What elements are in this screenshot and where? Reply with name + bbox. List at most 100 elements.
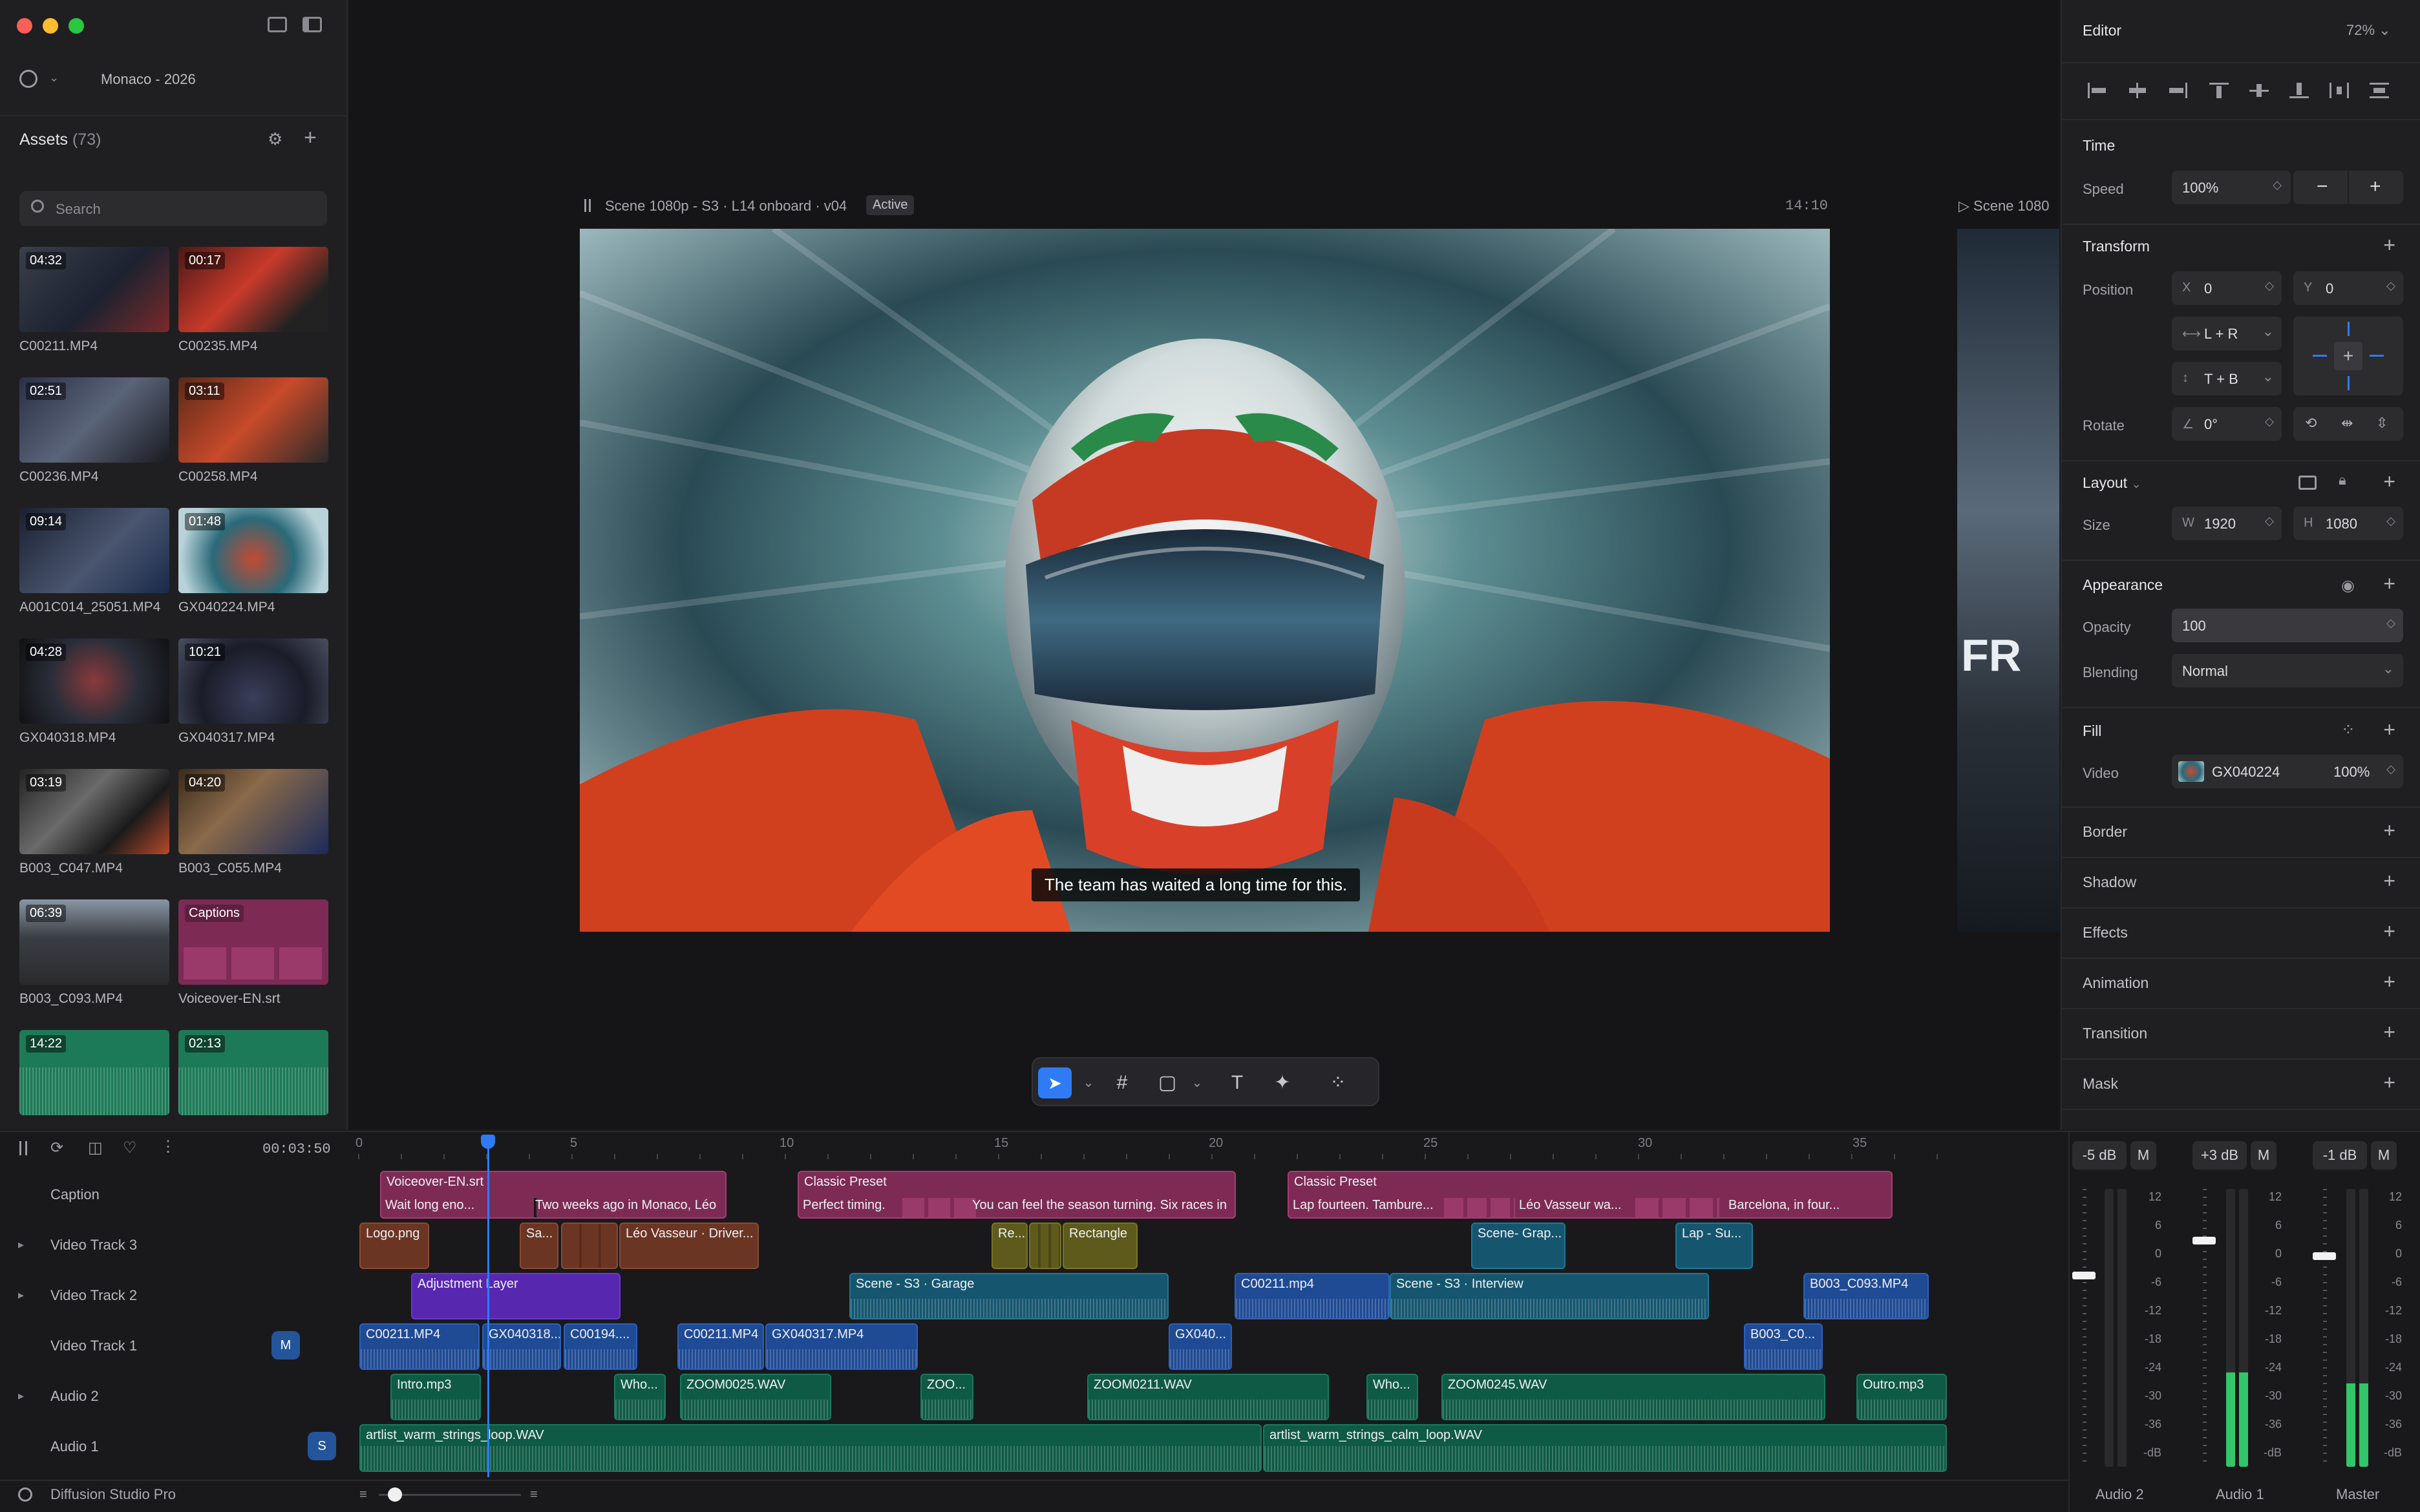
graphic-clip[interactable]: Sa... bbox=[520, 1223, 558, 1269]
mask-section[interactable]: Mask bbox=[2083, 1075, 2118, 1093]
track-video-2[interactable]: Video Track 2 bbox=[50, 1287, 137, 1304]
magic-tool-icon[interactable]: ✦ bbox=[1268, 1069, 1297, 1097]
lock-icon[interactable]: 🔒︎ bbox=[2339, 472, 2346, 488]
project-logo-icon[interactable] bbox=[19, 70, 37, 88]
add-transition-icon[interactable]: + bbox=[2383, 1022, 2395, 1042]
fill-styles-icon[interactable]: ⁘ bbox=[2341, 720, 2355, 740]
shape-clip[interactable]: Rectangle bbox=[1063, 1223, 1138, 1269]
project-name[interactable]: Monaco - 2026 bbox=[101, 71, 196, 88]
track-video-1[interactable]: Video Track 1 bbox=[50, 1338, 137, 1354]
border-section[interactable]: Border bbox=[2083, 823, 2127, 841]
video-fill-input[interactable]: GX040224 100% ◇ bbox=[2172, 755, 2403, 788]
align-center-h-icon[interactable] bbox=[2128, 83, 2147, 98]
asset-item[interactable]: 04:20 B003_C055.MP4 bbox=[178, 769, 328, 876]
distribute-v-icon[interactable] bbox=[2370, 83, 2389, 98]
audio-1-fader[interactable] bbox=[2192, 1237, 2216, 1244]
adjustment-layer-clip[interactable]: Adjustment Layer bbox=[411, 1273, 621, 1319]
video-clip[interactable]: B003_C093.MP4 bbox=[1803, 1273, 1929, 1319]
zoom-dropdown[interactable]: 72% ⌄ bbox=[2346, 22, 2391, 39]
split-icon[interactable]: ◫ bbox=[88, 1139, 103, 1157]
speed-input[interactable]: 100% ◇ bbox=[2172, 171, 2291, 204]
scene-title[interactable]: Scene 1080p - S3 · L14 onboard · v04 bbox=[605, 198, 847, 215]
scene-clip[interactable]: Scene - S3 · Interview bbox=[1390, 1273, 1709, 1319]
asset-item[interactable]: 04:28 GX040318.MP4 bbox=[19, 638, 169, 746]
zoom-in-icon[interactable]: ≡ bbox=[530, 1487, 538, 1502]
speed-stepper[interactable]: − + bbox=[2293, 171, 2403, 204]
align-left-icon[interactable] bbox=[2088, 83, 2107, 98]
audio-1-mute-button[interactable]: M bbox=[2251, 1141, 2277, 1170]
distribute-h-icon[interactable] bbox=[2330, 83, 2349, 98]
caption-clip[interactable]: Classic Preset Lap fourteen. Tambure... … bbox=[1288, 1171, 1893, 1219]
track-audio-2[interactable]: Audio 2 bbox=[50, 1388, 99, 1405]
mute-badge[interactable]: M bbox=[271, 1331, 300, 1360]
audio-clip[interactable]: Who... bbox=[614, 1374, 666, 1420]
loop-icon[interactable]: ⟳ bbox=[50, 1139, 63, 1157]
asset-item[interactable]: 03:19 B003_C047.MP4 bbox=[19, 769, 169, 876]
audio-clip[interactable]: ZOOM0025.WAV bbox=[680, 1374, 831, 1420]
asset-item[interactable]: 09:14 A001C014_25051.MP4 bbox=[19, 508, 169, 615]
pause-icon[interactable] bbox=[584, 199, 591, 212]
audio-clip[interactable]: artlist_warm_strings_loop.WAV bbox=[359, 1424, 1262, 1472]
playhead-handle[interactable] bbox=[481, 1135, 495, 1149]
master-gain[interactable]: -1 dB bbox=[2313, 1141, 2367, 1170]
video-clip[interactable]: C00211.MP4 bbox=[359, 1323, 480, 1370]
audio-clip[interactable]: Intro.mp3 bbox=[390, 1374, 481, 1420]
caption-clip[interactable]: Classic Preset Perfect timing. You can f… bbox=[798, 1171, 1236, 1219]
asset-item[interactable]: 02:13 bbox=[178, 1030, 328, 1115]
track-audio-1[interactable]: Audio 1 bbox=[50, 1438, 99, 1455]
video-clip[interactable]: C00211.MP4 bbox=[677, 1323, 764, 1370]
add-asset-icon[interactable]: + bbox=[304, 125, 317, 151]
constraint-widget[interactable]: + bbox=[2293, 317, 2403, 395]
increase-speed-button[interactable]: + bbox=[2370, 176, 2381, 198]
flip-vertical-icon[interactable]: ⇳ bbox=[2376, 415, 2388, 432]
text-tool-icon[interactable]: T bbox=[1223, 1069, 1251, 1097]
expand-caret-icon[interactable]: ▸ bbox=[18, 1238, 24, 1252]
scene-clip[interactable]: Lap - Su... bbox=[1675, 1223, 1753, 1269]
align-bottom-icon[interactable] bbox=[2289, 83, 2309, 98]
add-appearance-icon[interactable]: + bbox=[2383, 573, 2395, 594]
add-shadow-icon[interactable]: + bbox=[2383, 870, 2395, 891]
audio-clip[interactable]: ZOO... bbox=[920, 1374, 973, 1420]
more-options-icon[interactable]: ⋮ bbox=[160, 1137, 176, 1156]
chevron-down-icon[interactable]: ⌄ bbox=[49, 71, 59, 85]
components-tool-icon[interactable]: ⁘ bbox=[1324, 1069, 1352, 1097]
video-clip[interactable]: C00211.mp4 bbox=[1235, 1273, 1390, 1319]
solo-badge[interactable]: S bbox=[308, 1432, 336, 1460]
video-clip[interactable]: GX040318... bbox=[482, 1323, 561, 1370]
expand-caret-icon[interactable]: ▸ bbox=[18, 1288, 24, 1302]
visibility-eye-icon[interactable]: ◉ bbox=[2341, 576, 2355, 595]
maximize-window-button[interactable] bbox=[69, 18, 84, 34]
align-top-icon[interactable] bbox=[2209, 83, 2229, 98]
align-center-v-icon[interactable] bbox=[2249, 83, 2269, 98]
blending-select[interactable]: Normal ⌄ bbox=[2172, 654, 2403, 688]
shadow-section[interactable]: Shadow bbox=[2083, 874, 2136, 891]
position-y-input[interactable]: Y 0 ◇ bbox=[2293, 271, 2403, 305]
add-fill-icon[interactable]: + bbox=[2383, 719, 2395, 740]
graphic-clip[interactable]: Re... bbox=[992, 1223, 1028, 1269]
audio-clip[interactable]: Outro.mp3 bbox=[1856, 1374, 1947, 1420]
rectangle-tool-icon[interactable]: ▢ bbox=[1153, 1069, 1182, 1097]
rotate-icon[interactable]: ⟲ bbox=[2305, 415, 2317, 432]
audio-clip[interactable]: Who... bbox=[1366, 1374, 1418, 1420]
audio-clip[interactable]: artlist_warm_strings_calm_loop.WAV bbox=[1263, 1424, 1947, 1472]
next-scene-title[interactable]: ▷ Scene 1080 bbox=[1958, 198, 2049, 215]
audio-1-gain[interactable]: +3 dB bbox=[2192, 1141, 2247, 1170]
close-window-button[interactable] bbox=[17, 18, 32, 34]
next-scene-frame[interactable]: FR bbox=[1957, 229, 2059, 932]
vertical-constraint-select[interactable]: ↕ T + B ⌄ bbox=[2172, 362, 2282, 395]
horizontal-constraint-select[interactable]: ⟷ L + R ⌄ bbox=[2172, 317, 2282, 350]
animation-section[interactable]: Animation bbox=[2083, 974, 2149, 992]
pause-icon[interactable] bbox=[19, 1141, 27, 1155]
zoom-slider-handle[interactable] bbox=[388, 1487, 402, 1502]
asset-item[interactable]: 02:51 C00236.MP4 bbox=[19, 377, 169, 485]
audio-2-fader[interactable] bbox=[2072, 1272, 2096, 1279]
grid-tool-icon[interactable]: # bbox=[1108, 1069, 1136, 1097]
align-right-icon[interactable] bbox=[2168, 83, 2187, 98]
add-effect-icon[interactable]: + bbox=[2383, 921, 2395, 941]
audio-clip[interactable]: ZOOM0211.WAV bbox=[1087, 1374, 1329, 1420]
add-animation-icon[interactable]: + bbox=[2383, 971, 2395, 992]
audio-2-gain[interactable]: -5 dB bbox=[2072, 1141, 2127, 1170]
asset-item[interactable]: 04:32 C00211.MP4 bbox=[19, 247, 169, 354]
track-video-3[interactable]: Video Track 3 bbox=[50, 1237, 137, 1254]
decrease-speed-button[interactable]: − bbox=[2317, 176, 2328, 198]
